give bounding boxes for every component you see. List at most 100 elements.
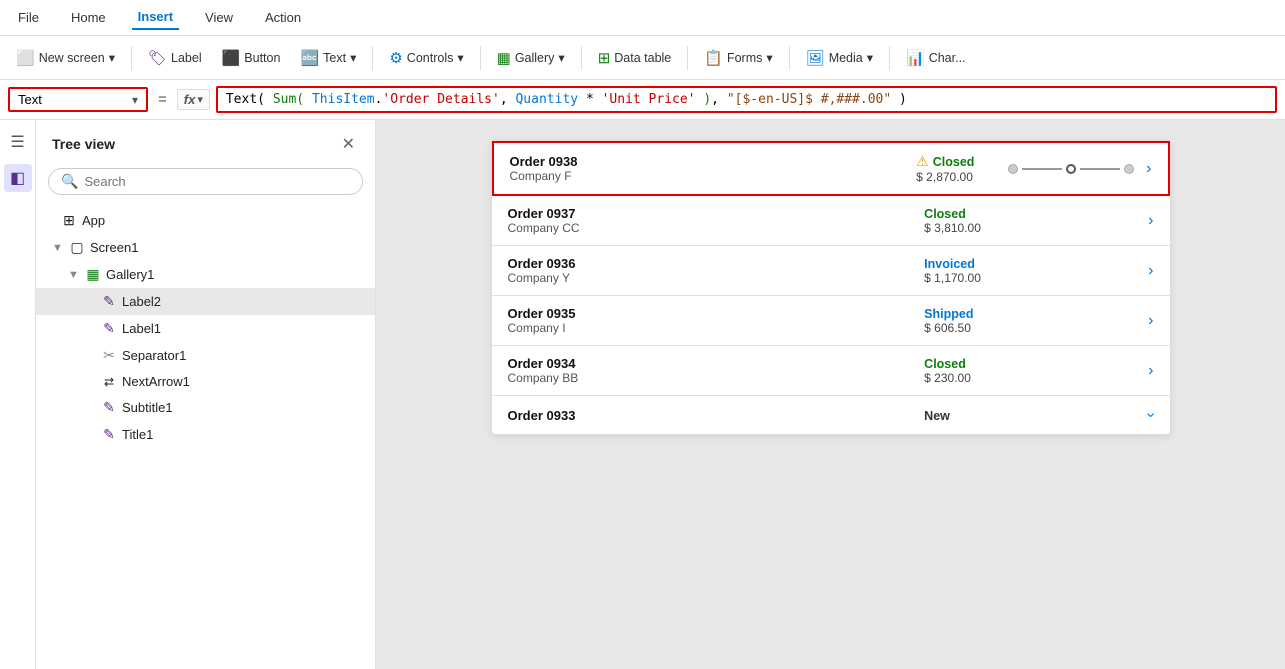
- subtitle1-icon: ✎: [100, 399, 118, 416]
- tree-item-nextarrow1[interactable]: ⇄ NextArrow1: [36, 369, 375, 394]
- formula-quantity-text: Quantity: [515, 92, 578, 107]
- menu-home[interactable]: Home: [65, 6, 112, 29]
- chevron-0933[interactable]: ›: [1142, 412, 1160, 417]
- tree-item-app[interactable]: ⊞ App: [36, 207, 375, 234]
- separator1-label: Separator1: [122, 348, 186, 363]
- text-button[interactable]: 🔤 Text ▾: [292, 45, 364, 71]
- main-layout: ☰ ◧ Tree view ✕ 🔍 ⊞ App ▼ ▢ Screen1: [0, 120, 1285, 669]
- gallery-button[interactable]: ▦ Gallery ▾: [489, 45, 573, 71]
- order-company-0936: Company Y: [508, 271, 913, 285]
- progress-chart-0938: [1008, 164, 1134, 174]
- gallery1-label: Gallery1: [106, 267, 154, 282]
- order-company-0934: Company BB: [508, 371, 913, 385]
- search-icon: 🔍: [61, 173, 78, 190]
- app-icon: ⊞: [60, 212, 78, 229]
- chevron-0935[interactable]: ›: [1148, 312, 1153, 330]
- formula-format-text: "[$-en-US]$ #,###.00": [727, 92, 891, 107]
- button-button[interactable]: ⬛ Button: [214, 45, 289, 71]
- gallery-row-0938[interactable]: Order 0938 Company F ⚠ Closed $ 2,870.00: [492, 141, 1170, 196]
- order-status-0934: Closed $ 230.00: [924, 356, 1004, 385]
- order-amount-0935: $ 606.50: [924, 321, 1004, 335]
- tree-item-label1[interactable]: ✎ Label1: [36, 315, 375, 342]
- formula-bar: Text ▾ = fx ▾ Text( Sum( ThisItem.'Order…: [0, 80, 1285, 120]
- forms-icon: 📋: [704, 49, 723, 67]
- forms-button[interactable]: 📋 Forms ▾: [696, 45, 780, 71]
- tree-close-button[interactable]: ✕: [338, 132, 359, 156]
- tree-item-subtitle1[interactable]: ✎ Subtitle1: [36, 394, 375, 421]
- label1-icon: ✎: [100, 320, 118, 337]
- gallery-row-0936[interactable]: Order 0936 Company Y Invoiced $ 1,170.00…: [492, 246, 1170, 296]
- controls-chevron-icon: ▾: [457, 50, 463, 65]
- order-company-0938: Company F: [510, 169, 905, 183]
- gallery-row-0934[interactable]: Order 0934 Company BB Closed $ 230.00 ›: [492, 346, 1170, 396]
- chart-btn-label: Char...: [929, 51, 966, 65]
- gallery-row-0935[interactable]: Order 0935 Company I Shipped $ 606.50 ›: [492, 296, 1170, 346]
- forms-chevron-icon: ▾: [766, 50, 772, 65]
- order-info-0936: Order 0936 Company Y: [508, 256, 913, 285]
- toolbar-sep-6: [789, 46, 790, 70]
- chevron-0936[interactable]: ›: [1148, 262, 1153, 280]
- tree-item-separator1[interactable]: ✂ Separator1: [36, 342, 375, 369]
- text-icon: 🔤: [300, 49, 319, 67]
- order-id-0937: Order 0937: [508, 206, 913, 221]
- order-id-0936: Order 0936: [508, 256, 913, 271]
- label-button[interactable]: 🏷 Label: [140, 45, 210, 71]
- formula-input[interactable]: Text( Sum( ThisItem.'Order Details', Qua…: [216, 86, 1277, 113]
- search-input[interactable]: [84, 174, 350, 189]
- sidebar-hamburger-icon[interactable]: ☰: [4, 128, 32, 156]
- fx-label: fx: [184, 92, 196, 107]
- forms-btn-label: Forms: [727, 51, 762, 65]
- toolbar-sep-7: [889, 46, 890, 70]
- order-status-0936: Invoiced $ 1,170.00: [924, 256, 1004, 285]
- order-id-0933: Order 0933: [508, 408, 913, 423]
- fx-chevron-icon[interactable]: ▾: [197, 93, 203, 106]
- formula-close-sum: ): [703, 92, 711, 107]
- order-info-0937: Order 0937 Company CC: [508, 206, 913, 235]
- tree-item-screen1[interactable]: ▼ ▢ Screen1: [36, 234, 375, 261]
- chevron-0938[interactable]: ›: [1146, 160, 1151, 178]
- gallery-card: Order 0938 Company F ⚠ Closed $ 2,870.00: [491, 140, 1171, 435]
- tree-item-gallery1[interactable]: ▼ ▦ Gallery1: [36, 261, 375, 288]
- menu-action[interactable]: Action: [259, 6, 307, 29]
- tree-items: ⊞ App ▼ ▢ Screen1 ▼ ▦ Gallery1 ✎ Label2: [36, 203, 375, 669]
- formula-unitprice-text: 'Unit Price': [602, 92, 696, 107]
- controls-button[interactable]: ⚙ Controls ▾: [381, 45, 471, 71]
- media-chevron-icon: ▾: [867, 50, 873, 65]
- menu-view[interactable]: View: [199, 6, 239, 29]
- chart-button[interactable]: 📊 Char...: [898, 45, 974, 71]
- chevron-0937[interactable]: ›: [1148, 212, 1153, 230]
- formula-name-text: Text: [18, 92, 132, 107]
- sidebar-layers-icon[interactable]: ◧: [4, 164, 32, 192]
- screen1-icon: ▢: [68, 239, 86, 256]
- nextarrow1-icon: ⇄: [100, 375, 118, 389]
- screen1-expand-icon: ▼: [52, 242, 64, 254]
- status-badge-0938: Closed: [933, 155, 975, 169]
- order-company-0935: Company I: [508, 321, 913, 335]
- order-amount-0934: $ 230.00: [924, 371, 1004, 385]
- gallery-btn-label: Gallery: [515, 51, 555, 65]
- tree-item-title1[interactable]: ✎ Title1: [36, 421, 375, 448]
- media-button[interactable]: 🖼 Media ▾: [798, 45, 881, 71]
- app-label: App: [82, 213, 105, 228]
- menu-insert[interactable]: Insert: [132, 5, 179, 30]
- order-status-0938: ⚠ Closed $ 2,870.00: [916, 153, 996, 184]
- screen1-label: Screen1: [90, 240, 138, 255]
- fx-button[interactable]: fx ▾: [177, 89, 210, 110]
- new-screen-icon: ⬜: [16, 49, 35, 67]
- gallery-row-0933[interactable]: Order 0933 New ›: [492, 396, 1170, 434]
- data-table-button[interactable]: ⊞ Data table: [590, 45, 680, 71]
- order-amount-0938: $ 2,870.00: [916, 170, 996, 184]
- search-box[interactable]: 🔍: [48, 168, 363, 195]
- formula-name-chevron-icon[interactable]: ▾: [132, 93, 138, 107]
- order-info-0935: Order 0935 Company I: [508, 306, 913, 335]
- line2-0938: [1080, 168, 1120, 170]
- chevron-0934[interactable]: ›: [1148, 362, 1153, 380]
- button-icon: ⬛: [222, 49, 241, 67]
- toolbar-sep-3: [480, 46, 481, 70]
- new-screen-button[interactable]: ⬜ New screen ▾: [8, 45, 123, 71]
- menu-file[interactable]: File: [12, 6, 45, 29]
- gallery-row-0937[interactable]: Order 0937 Company CC Closed $ 3,810.00 …: [492, 196, 1170, 246]
- formula-name-box[interactable]: Text ▾: [8, 87, 148, 112]
- tree-item-label2[interactable]: ✎ Label2: [36, 288, 375, 315]
- gallery1-icon: ▦: [84, 266, 102, 283]
